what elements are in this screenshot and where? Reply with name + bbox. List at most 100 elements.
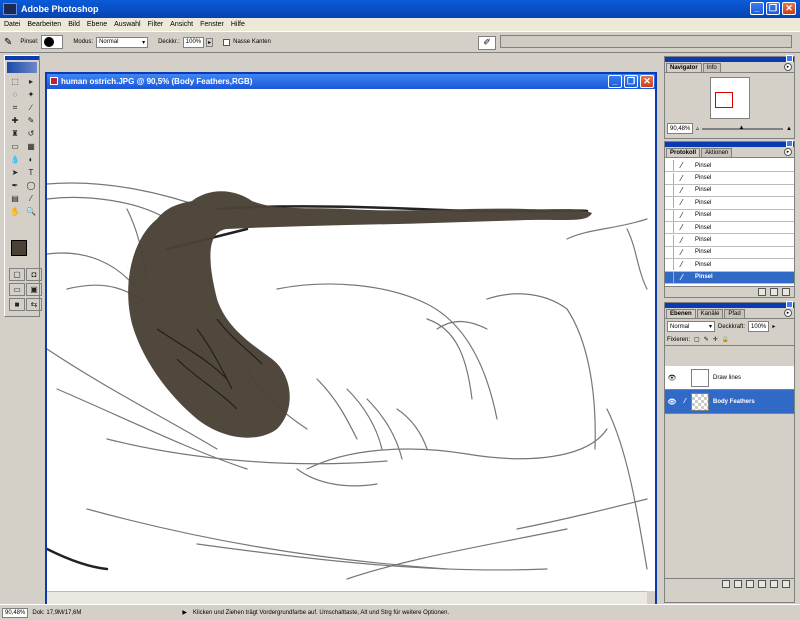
move-tool-icon[interactable]: ▸	[23, 75, 39, 88]
marquee-tool-icon[interactable]: ⬚	[7, 75, 23, 88]
lock-all-icon[interactable]: 🔒	[722, 336, 729, 343]
play-icon[interactable]: ▶	[182, 609, 187, 616]
airbrush-icon[interactable]: ✐	[478, 36, 496, 50]
zoom-in-icon[interactable]: ▲	[786, 126, 792, 132]
tab-history[interactable]: Protokoll	[666, 148, 701, 157]
menu-hilfe[interactable]: Hilfe	[231, 21, 245, 28]
navigator-zoom-field[interactable]: 90,48%	[667, 123, 693, 134]
panel-menu-icon[interactable]: ▸	[784, 63, 792, 71]
palette-well[interactable]	[500, 35, 792, 48]
history-item[interactable]: ⁄ Pinsel	[665, 259, 794, 272]
history-item[interactable]: ⁄ Pinsel	[665, 246, 794, 260]
lock-position-icon[interactable]: ✛	[713, 336, 718, 343]
adjustment-layer-icon[interactable]	[758, 580, 766, 588]
panel-menu-icon[interactable]: ▸	[784, 148, 792, 156]
hand-tool-icon[interactable]: ✋	[7, 205, 23, 218]
slice-tool-icon[interactable]: ∕	[23, 101, 39, 114]
zoom-slider[interactable]: ▲	[702, 125, 784, 131]
brush-icon[interactable]: ⁄	[679, 398, 691, 405]
tab-info[interactable]: Info	[702, 63, 721, 72]
tab-actions[interactable]: Aktionen	[701, 148, 733, 157]
brush-preset-picker[interactable]	[41, 35, 64, 49]
history-brush-icon[interactable]: ↺	[23, 127, 39, 140]
layer-mask-icon[interactable]	[734, 580, 742, 588]
eye-icon[interactable]: 👁	[665, 374, 679, 382]
doc-size[interactable]: Dok: 17,9M/17,6M	[32, 610, 182, 616]
brush-tool-icon[interactable]: ✎	[23, 114, 39, 127]
new-set-icon[interactable]	[746, 580, 754, 588]
opacity-arrow-icon[interactable]: ▸	[772, 323, 775, 330]
quickmask-mode-icon[interactable]: ◘	[26, 268, 42, 281]
navigator-thumbnail[interactable]	[709, 77, 750, 119]
close-button[interactable]: ✕	[782, 2, 796, 15]
menu-ebene[interactable]: Ebene	[87, 21, 107, 28]
history-item[interactable]: ⁄ Pinsel	[665, 160, 794, 173]
healing-brush-icon[interactable]: ✚	[7, 114, 23, 127]
menu-bild[interactable]: Bild	[68, 21, 80, 28]
lock-transparency-icon[interactable]: ▢	[694, 336, 700, 343]
layer-blend-mode-select[interactable]: Normal ▾	[667, 321, 715, 332]
pen-tool-icon[interactable]: ✒	[7, 179, 23, 192]
magic-wand-icon[interactable]: ✦	[23, 88, 39, 101]
eraser-tool-icon[interactable]: ▭	[7, 140, 23, 153]
tab-navigator[interactable]: Navigator	[666, 63, 702, 72]
layer-opacity-field[interactable]: 100%	[748, 321, 770, 332]
tab-paths[interactable]: Pfad	[724, 309, 745, 318]
close-icon[interactable]	[786, 140, 793, 147]
toolbox-titlebar[interactable]	[5, 56, 39, 60]
history-item[interactable]: ⁄ Pinsel	[665, 222, 794, 235]
path-select-icon[interactable]: ➤	[7, 166, 23, 179]
opacity-arrow-icon[interactable]: ▸	[206, 37, 214, 47]
eyedropper-icon[interactable]: ⁄	[23, 192, 39, 205]
shape-tool-icon[interactable]: ◯	[23, 179, 39, 192]
lasso-tool-icon[interactable]: ◌	[7, 88, 23, 101]
maximize-button[interactable]: ❐	[766, 2, 780, 15]
brush-tool-icon[interactable]: ✎	[4, 37, 12, 48]
doc-close-button[interactable]: ✕	[640, 75, 654, 88]
history-item[interactable]: ⁄ Pinsel	[665, 197, 794, 210]
eye-icon[interactable]: 👁	[665, 398, 679, 406]
opacity-field[interactable]: 100%	[182, 36, 205, 48]
menu-ansicht[interactable]: Ansicht	[170, 21, 193, 28]
wet-edges-checkbox[interactable]	[223, 38, 231, 46]
panel-menu-icon[interactable]: ▸	[784, 309, 792, 317]
trash-icon[interactable]	[782, 580, 790, 588]
close-icon[interactable]	[786, 301, 793, 308]
screen-mode-1-icon[interactable]: ▭	[9, 283, 25, 296]
zoom-slider-handle[interactable]: ▲	[738, 125, 744, 131]
history-item[interactable]: ⁄ Pinsel	[665, 184, 794, 198]
history-item[interactable]: ⁄ Pinsel	[665, 234, 794, 247]
tab-channels[interactable]: Kanäle	[696, 309, 724, 318]
mode-select[interactable]: Normal ▾	[96, 36, 149, 48]
adobe-logo[interactable]	[7, 62, 37, 73]
doc-minimize-button[interactable]: _	[608, 75, 622, 88]
clone-stamp-icon[interactable]: ♜	[7, 127, 23, 140]
menu-bearbeiten[interactable]: Bearbeiten	[27, 21, 61, 28]
layer-row[interactable]: 👁 Draw lines	[665, 366, 794, 390]
history-item-selected[interactable]: ⁄ Pinsel	[665, 271, 794, 284]
imageready-icon[interactable]: ⇆	[26, 298, 42, 311]
new-snapshot-icon[interactable]	[770, 288, 778, 296]
crop-tool-icon[interactable]: ⌗	[7, 101, 23, 114]
document-canvas[interactable]	[47, 89, 655, 591]
view-box[interactable]	[714, 92, 733, 108]
type-tool-icon[interactable]: T	[23, 166, 39, 179]
standard-mode-icon[interactable]: ▢	[9, 268, 25, 281]
new-layer-icon[interactable]	[770, 580, 778, 588]
screen-mode-2-icon[interactable]: ▣	[26, 283, 42, 296]
foreground-color-swatch[interactable]	[11, 240, 27, 256]
zoom-out-icon[interactable]: ▵	[696, 125, 699, 132]
document-titlebar[interactable]: human ostrich.JPG @ 90,5% (Body Feathers…	[47, 74, 655, 89]
new-document-icon[interactable]	[758, 288, 766, 296]
status-zoom-field[interactable]: 90,48%	[2, 607, 29, 618]
doc-maximize-button[interactable]: ❐	[624, 75, 638, 88]
menu-filter[interactable]: Filter	[148, 21, 164, 28]
horizontal-scrollbar[interactable]	[47, 591, 647, 604]
lock-pixels-icon[interactable]: ✎	[704, 336, 709, 343]
layer-row-selected[interactable]: 👁 ⁄ Body Feathers	[665, 390, 794, 414]
dodge-tool-icon[interactable]: ◐	[23, 153, 39, 166]
screen-mode-3-icon[interactable]: ■	[9, 298, 25, 311]
history-item[interactable]: ⁄ Pinsel	[665, 172, 794, 185]
blur-tool-icon[interactable]: 💧	[7, 153, 23, 166]
gradient-tool-icon[interactable]: ▦	[23, 140, 39, 153]
